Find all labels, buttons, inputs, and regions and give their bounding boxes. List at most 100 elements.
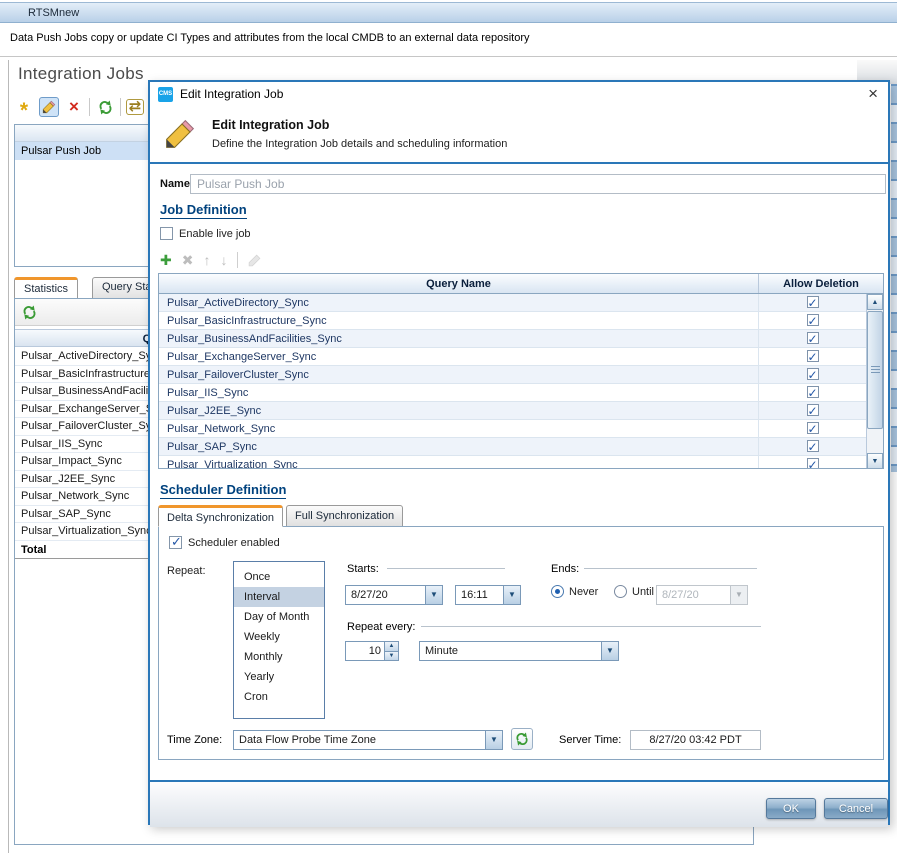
edit-job-button[interactable] bbox=[39, 97, 59, 117]
allow-deletion-cell bbox=[758, 420, 866, 437]
refresh-time-button[interactable] bbox=[511, 728, 533, 750]
allow-deletion-cell bbox=[758, 312, 866, 329]
allow-deletion-checkbox[interactable] bbox=[807, 404, 819, 416]
enable-live-job-label: Enable live job bbox=[179, 228, 251, 240]
ok-button[interactable]: OK bbox=[766, 798, 816, 819]
allow-deletion-checkbox[interactable] bbox=[807, 314, 819, 326]
name-field[interactable] bbox=[190, 174, 886, 194]
repeat-every-stepper[interactable]: 10 ▲ ▼ bbox=[345, 641, 399, 661]
cms-app-icon: CMS bbox=[158, 87, 173, 102]
ends-rule bbox=[584, 568, 757, 569]
scheduler-enabled-checkbox[interactable] bbox=[169, 536, 182, 549]
repeat-option[interactable]: Yearly bbox=[234, 667, 324, 687]
repeat-option[interactable]: Day of Month bbox=[234, 607, 324, 627]
until-radio[interactable] bbox=[614, 585, 627, 598]
allow-deletion-checkbox[interactable] bbox=[807, 368, 819, 380]
allow-deletion-column-header: Allow Deletion bbox=[758, 274, 883, 293]
allow-deletion-checkbox[interactable] bbox=[807, 386, 819, 398]
repeat-unit-dropdown[interactable]: Minute ▼ bbox=[419, 641, 619, 661]
repeat-option[interactable]: Monthly bbox=[234, 647, 324, 667]
starts-rule bbox=[387, 568, 505, 569]
query-row[interactable]: Pulsar_J2EE_Sync bbox=[159, 402, 866, 420]
enable-live-job-checkbox[interactable] bbox=[160, 227, 173, 240]
chevron-down-icon[interactable]: ▼ bbox=[485, 731, 502, 749]
scroll-down-icon[interactable]: ▼ bbox=[867, 453, 883, 469]
server-time-label: Server Time: bbox=[559, 734, 621, 746]
page-title: Integration Jobs bbox=[18, 64, 144, 84]
remove-query-icon[interactable]: ✖ bbox=[182, 252, 194, 268]
allow-deletion-checkbox[interactable] bbox=[807, 440, 819, 452]
query-row[interactable]: Pulsar_BusinessAndFacilities_Sync bbox=[159, 330, 866, 348]
add-query-icon[interactable]: ✚ bbox=[160, 252, 172, 268]
query-row[interactable]: Pulsar_ExchangeServer_Sync bbox=[159, 348, 866, 366]
stepper-down-icon[interactable]: ▼ bbox=[385, 651, 398, 661]
allow-deletion-checkbox[interactable] bbox=[807, 458, 819, 469]
start-date-value: 8/27/20 bbox=[346, 586, 425, 604]
tab-full-synchronization[interactable]: Full Synchronization bbox=[286, 505, 403, 527]
query-table-body: Pulsar_ActiveDirectory_Sync Pulsar_Basic… bbox=[159, 294, 866, 469]
cancel-button[interactable]: Cancel bbox=[824, 798, 888, 819]
full-sync-icon[interactable]: ⇄ bbox=[126, 99, 144, 115]
page-description: Data Push Jobs copy or update CI Types a… bbox=[10, 32, 530, 44]
edit-query-icon[interactable] bbox=[248, 254, 261, 267]
chevron-down-icon[interactable]: ▼ bbox=[601, 642, 618, 660]
query-name-cell: Pulsar_Network_Sync bbox=[159, 420, 758, 437]
allow-deletion-checkbox[interactable] bbox=[807, 296, 819, 308]
tab-delta-synchronization[interactable]: Delta Synchronization bbox=[158, 505, 283, 527]
start-date-dropdown[interactable]: 8/27/20 ▼ bbox=[345, 585, 443, 605]
query-row[interactable]: Pulsar_Network_Sync bbox=[159, 420, 866, 438]
scheduler-tabs: Delta Synchronization Full Synchronizati… bbox=[158, 505, 406, 527]
stepper-up-icon[interactable]: ▲ bbox=[385, 642, 398, 651]
tab-statistics[interactable]: Statistics bbox=[14, 277, 78, 298]
toolbar-separator bbox=[89, 98, 90, 116]
close-icon[interactable]: × bbox=[868, 87, 878, 101]
query-row[interactable]: Pulsar_IIS_Sync bbox=[159, 384, 866, 402]
stepper-buttons: ▲ ▼ bbox=[384, 642, 398, 660]
move-down-icon[interactable]: ↓ bbox=[220, 252, 227, 268]
window-tab-rtsmnew[interactable]: RTSMnew bbox=[0, 2, 897, 23]
allow-deletion-checkbox[interactable] bbox=[807, 422, 819, 434]
allow-deletion-cell bbox=[758, 366, 866, 383]
refresh-jobs-icon[interactable] bbox=[95, 97, 115, 117]
dialog-titlebar[interactable]: CMS Edit Integration Job × bbox=[150, 82, 888, 106]
chevron-down-icon[interactable]: ▼ bbox=[425, 586, 442, 604]
ends-until-option: Until bbox=[614, 585, 654, 598]
scrollbar-thumb[interactable] bbox=[867, 311, 883, 429]
new-job-icon[interactable]: * bbox=[14, 97, 34, 117]
chevron-down-icon[interactable]: ▼ bbox=[503, 586, 520, 604]
never-radio[interactable] bbox=[551, 585, 564, 598]
starts-label: Starts: bbox=[347, 563, 379, 575]
start-time-dropdown[interactable]: 16:11 ▼ bbox=[455, 585, 521, 605]
time-zone-dropdown[interactable]: Data Flow Probe Time Zone ▼ bbox=[233, 730, 503, 750]
dialog-heading: Edit Integration Job bbox=[212, 118, 507, 132]
time-zone-value: Data Flow Probe Time Zone bbox=[234, 731, 485, 749]
repeat-option[interactable]: Once bbox=[234, 567, 324, 587]
scroll-up-icon[interactable]: ▲ bbox=[867, 294, 883, 310]
move-up-icon[interactable]: ↑ bbox=[203, 252, 210, 268]
query-row[interactable]: Pulsar_SAP_Sync bbox=[159, 438, 866, 456]
query-name-cell: Pulsar_BasicInfrastructure_Sync bbox=[159, 312, 758, 329]
repeat-unit-value: Minute bbox=[420, 642, 601, 660]
until-date-dropdown[interactable]: 8/27/20 ▼ bbox=[656, 585, 748, 605]
query-row[interactable]: Pulsar_Virtualization_Sync bbox=[159, 456, 866, 469]
allow-deletion-checkbox[interactable] bbox=[807, 350, 819, 362]
refresh-statistics-icon[interactable] bbox=[22, 305, 37, 320]
dialog-banner: Edit Integration Job Define the Integrat… bbox=[150, 106, 888, 164]
dialog-subtitle: Define the Integration Job details and s… bbox=[212, 138, 507, 150]
delete-job-icon[interactable]: × bbox=[64, 97, 84, 117]
repeat-option[interactable]: Cron bbox=[234, 687, 324, 707]
enable-live-job-row: Enable live job bbox=[160, 227, 251, 240]
query-table-scrollbar[interactable]: ▲ ▼ bbox=[866, 294, 883, 469]
query-name-cell: Pulsar_ActiveDirectory_Sync bbox=[159, 294, 758, 311]
query-name-cell: Pulsar_J2EE_Sync bbox=[159, 402, 758, 419]
query-name-cell: Pulsar_SAP_Sync bbox=[159, 438, 758, 455]
query-row[interactable]: Pulsar_FailoverCluster_Sync bbox=[159, 366, 866, 384]
allow-deletion-cell bbox=[758, 402, 866, 419]
repeat-option[interactable]: Weekly bbox=[234, 627, 324, 647]
repeat-option[interactable]: Interval bbox=[234, 587, 324, 607]
query-row[interactable]: Pulsar_BasicInfrastructure_Sync bbox=[159, 312, 866, 330]
allow-deletion-cell bbox=[758, 348, 866, 365]
query-row[interactable]: Pulsar_ActiveDirectory_Sync bbox=[159, 294, 866, 312]
allow-deletion-checkbox[interactable] bbox=[807, 332, 819, 344]
window-tab-label: RTSMnew bbox=[28, 7, 79, 19]
